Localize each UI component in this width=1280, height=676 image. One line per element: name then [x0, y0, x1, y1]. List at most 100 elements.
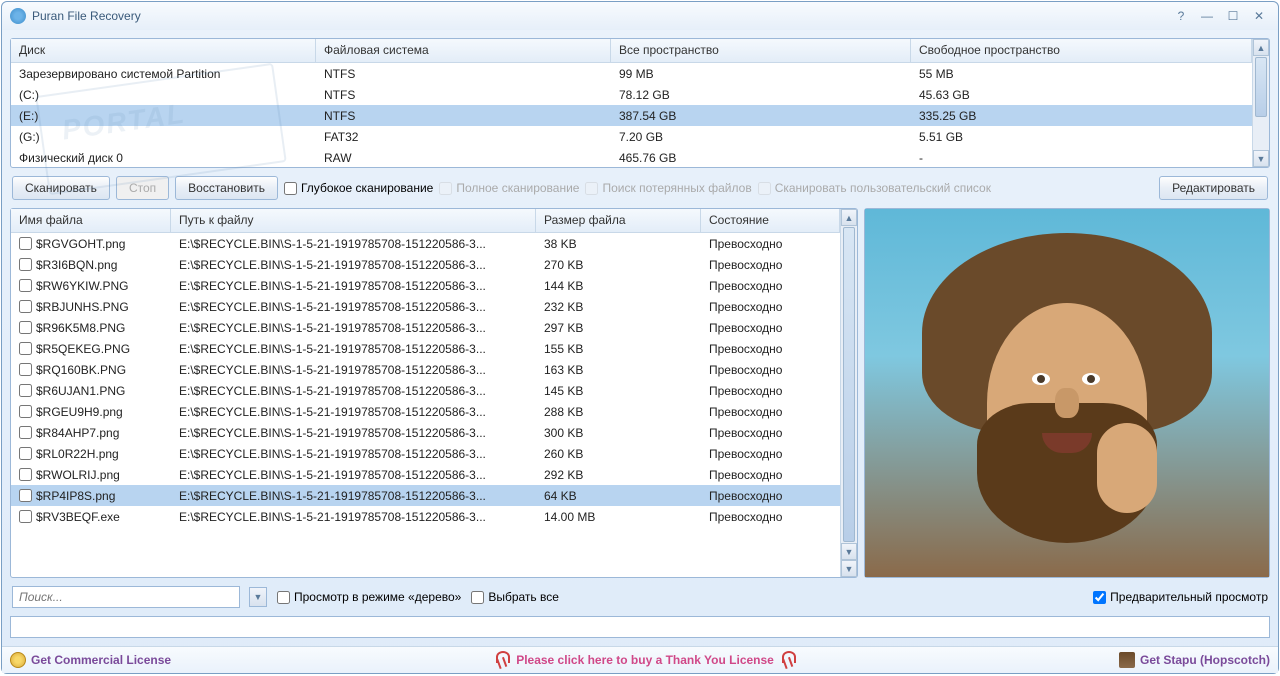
file-checkbox[interactable] [19, 237, 32, 250]
file-path: E:\$RECYCLE.BIN\S-1-5-21-1919785708-1512… [171, 466, 536, 484]
files-header: Имя файла Путь к файлу Размер файла Сост… [11, 209, 840, 233]
file-size: 300 KB [536, 424, 701, 442]
search-input[interactable] [12, 586, 240, 608]
scroll-down-icon[interactable]: ▼ [1253, 150, 1269, 167]
file-row[interactable]: $RW6YKIW.PNGE:\$RECYCLE.BIN\S-1-5-21-191… [11, 275, 840, 296]
thankyou-license-link[interactable]: Please click here to buy a Thank You Lic… [516, 653, 774, 667]
file-status: Превосходно [701, 424, 840, 442]
file-path: E:\$RECYCLE.BIN\S-1-5-21-1919785708-1512… [171, 361, 536, 379]
drives-header-disk[interactable]: Диск [11, 39, 316, 62]
file-name-cell: $RV3BEQF.exe [11, 508, 171, 526]
help-button[interactable]: ? [1170, 7, 1192, 25]
file-name-cell: $R6UJAN1.PNG [11, 382, 171, 400]
file-row[interactable]: $RWOLRIJ.pngE:\$RECYCLE.BIN\S-1-5-21-191… [11, 464, 840, 485]
drives-header-free[interactable]: Свободное пространство [911, 39, 1252, 62]
ribbon-icon [782, 651, 794, 669]
file-name-cell: $R5QEKEG.PNG [11, 340, 171, 358]
file-row[interactable]: $R84AHP7.pngE:\$RECYCLE.BIN\S-1-5-21-191… [11, 422, 840, 443]
minimize-button[interactable]: — [1196, 7, 1218, 25]
drive-free: 45.63 GB [911, 86, 1252, 104]
file-checkbox[interactable] [19, 489, 32, 502]
file-checkbox[interactable] [19, 342, 32, 355]
scan-button[interactable]: Сканировать [12, 176, 110, 200]
file-row[interactable]: $R5QEKEG.PNGE:\$RECYCLE.BIN\S-1-5-21-191… [11, 338, 840, 359]
file-status: Превосходно [701, 319, 840, 337]
drives-scrollbar[interactable]: ▲ ▼ [1252, 39, 1269, 167]
file-checkbox[interactable] [19, 279, 32, 292]
file-row[interactable]: $RGVGOHT.pngE:\$RECYCLE.BIN\S-1-5-21-191… [11, 233, 840, 254]
drive-row[interactable]: Зарезервировано системой PartitionNTFS99… [11, 63, 1252, 84]
file-status: Превосходно [701, 403, 840, 421]
file-checkbox[interactable] [19, 258, 32, 271]
commercial-license-link[interactable]: Get Commercial License [10, 652, 171, 668]
file-row[interactable]: $RGEU9H9.pngE:\$RECYCLE.BIN\S-1-5-21-191… [11, 401, 840, 422]
window-title: Puran File Recovery [32, 9, 1166, 23]
maximize-button[interactable]: ☐ [1222, 7, 1244, 25]
drive-free: 335.25 GB [911, 107, 1252, 125]
files-header-path[interactable]: Путь к файлу [171, 209, 536, 232]
file-name-cell: $R3I6BQN.png [11, 256, 171, 274]
file-checkbox[interactable] [19, 300, 32, 313]
files-scrollbar[interactable]: ▲ ▼ ▼ [840, 209, 857, 577]
file-row[interactable]: $R6UJAN1.PNGE:\$RECYCLE.BIN\S-1-5-21-191… [11, 380, 840, 401]
drive-free: 55 MB [911, 65, 1252, 83]
file-row[interactable]: $RL0R22H.pngE:\$RECYCLE.BIN\S-1-5-21-191… [11, 443, 840, 464]
recover-button[interactable]: Восстановить [175, 176, 278, 200]
file-checkbox[interactable] [19, 384, 32, 397]
drives-header-fs[interactable]: Файловая система [316, 39, 611, 62]
scroll-down-icon[interactable]: ▼ [841, 560, 857, 577]
coin-icon [10, 652, 26, 668]
scroll-up-icon[interactable]: ▲ [1253, 39, 1269, 56]
file-size: 292 KB [536, 466, 701, 484]
search-dropdown-icon[interactable]: ▼ [249, 587, 267, 607]
select-all-checkbox[interactable]: Выбрать все [471, 590, 559, 604]
file-name: $RQ160BK.PNG [36, 363, 126, 377]
drive-row[interactable]: (G:)FAT327.20 GB5.51 GB [11, 126, 1252, 147]
file-checkbox[interactable] [19, 321, 32, 334]
drives-panel: Диск Файловая система Все пространство С… [10, 38, 1270, 168]
files-panel: Имя файла Путь к файлу Размер файла Сост… [10, 208, 858, 578]
scroll-thumb[interactable] [843, 227, 855, 542]
full-scan-checkbox: Полное сканирование [439, 181, 579, 195]
drive-row[interactable]: (C:)NTFS78.12 GB45.63 GB [11, 84, 1252, 105]
close-button[interactable]: ✕ [1248, 7, 1270, 25]
tree-view-checkbox[interactable]: Просмотр в режиме «дерево» [277, 590, 461, 604]
file-status: Превосходно [701, 361, 840, 379]
file-name-cell: $RBJUNHS.PNG [11, 298, 171, 316]
preview-checkbox[interactable]: Предварительный просмотр [1093, 590, 1268, 604]
file-name: $RW6YKIW.PNG [36, 279, 128, 293]
drives-header-total[interactable]: Все пространство [611, 39, 911, 62]
file-checkbox[interactable] [19, 468, 32, 481]
file-checkbox[interactable] [19, 405, 32, 418]
edit-button[interactable]: Редактировать [1159, 176, 1268, 200]
file-row[interactable]: $RQ160BK.PNG E:\$RECYCLE.BIN\S-1-5-21-191… [11, 359, 840, 380]
files-body: $RGVGOHT.pngE:\$RECYCLE.BIN\S-1-5-21-191… [11, 233, 840, 577]
deep-scan-checkbox[interactable]: Глубокое сканирование [284, 181, 433, 195]
drive-name: Зарезервировано системой Partition [11, 65, 316, 83]
file-name: $RGEU9H9.png [36, 405, 123, 419]
scroll-down-icon[interactable]: ▼ [841, 543, 857, 560]
scroll-up-icon[interactable]: ▲ [841, 209, 857, 226]
scroll-thumb[interactable] [1255, 57, 1267, 117]
file-checkbox[interactable] [19, 447, 32, 460]
drive-name: (E:) [11, 107, 316, 125]
file-row[interactable]: $R3I6BQN.pngE:\$RECYCLE.BIN\S-1-5-21-191… [11, 254, 840, 275]
file-status: Превосходно [701, 466, 840, 484]
file-row[interactable]: $RP4IP8S.pngE:\$RECYCLE.BIN\S-1-5-21-191… [11, 485, 840, 506]
file-checkbox[interactable] [19, 426, 32, 439]
file-name: $R5QEKEG.PNG [36, 342, 130, 356]
file-path: E:\$RECYCLE.BIN\S-1-5-21-1919785708-1512… [171, 298, 536, 316]
files-header-status[interactable]: Состояние [701, 209, 840, 232]
files-header-size[interactable]: Размер файла [536, 209, 701, 232]
file-checkbox[interactable] [19, 510, 32, 523]
file-checkbox[interactable] [19, 363, 32, 376]
status-input[interactable] [10, 616, 1270, 638]
drive-row[interactable]: (E:)NTFS387.54 GB335.25 GB [11, 105, 1252, 126]
drive-row[interactable]: Физический диск 0RAW465.76 GB- [11, 147, 1252, 167]
file-row[interactable]: $RV3BEQF.exeE:\$RECYCLE.BIN\S-1-5-21-191… [11, 506, 840, 527]
stapu-link[interactable]: Get Stapu (Hopscotch) [1119, 652, 1270, 668]
file-row[interactable]: $R96K5M8.PNGE:\$RECYCLE.BIN\S-1-5-21-191… [11, 317, 840, 338]
files-header-name[interactable]: Имя файла [11, 209, 171, 232]
file-row[interactable]: $RBJUNHS.PNGE:\$RECYCLE.BIN\S-1-5-21-191… [11, 296, 840, 317]
file-path: E:\$RECYCLE.BIN\S-1-5-21-1919785708-1512… [171, 424, 536, 442]
